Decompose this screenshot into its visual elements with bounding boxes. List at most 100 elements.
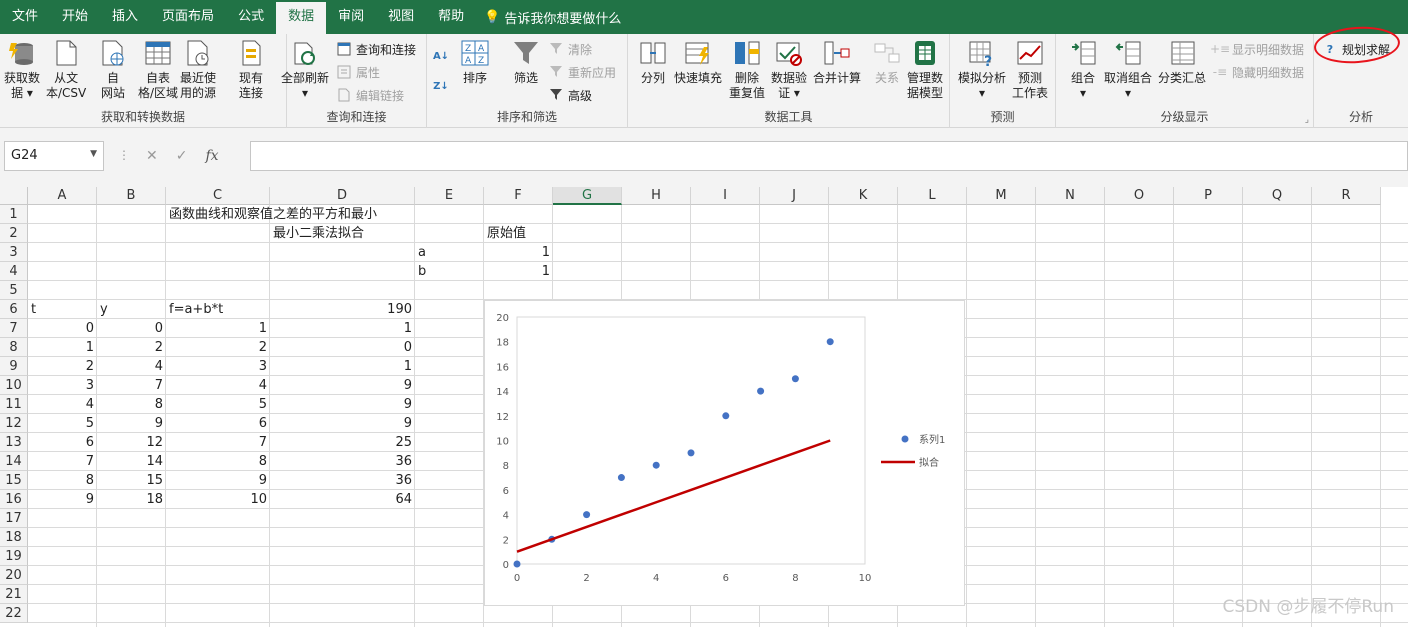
- tab-1[interactable]: 开始: [50, 0, 100, 34]
- cell-B11[interactable]: 8: [97, 395, 166, 414]
- column-header-N[interactable]: N: [1036, 187, 1105, 205]
- cell-C15[interactable]: 9: [166, 471, 270, 490]
- dialog-launcher-icon[interactable]: ⌟: [1305, 115, 1309, 125]
- data-validation-button[interactable]: 数据验 证 ▾: [771, 38, 807, 101]
- cell-D16[interactable]: 64: [270, 490, 415, 509]
- cell-C16[interactable]: 10: [166, 490, 270, 509]
- manage-data-model-button[interactable]: 管理数 据模型: [907, 38, 943, 101]
- cell-B10[interactable]: 7: [97, 376, 166, 395]
- cancel-icon[interactable]: ✕: [146, 148, 158, 164]
- row-header-3[interactable]: 3: [0, 243, 28, 262]
- cell-D11[interactable]: 9: [270, 395, 415, 414]
- from-table-button[interactable]: 自表 格/区域: [138, 38, 178, 101]
- cell-B16[interactable]: 18: [97, 490, 166, 509]
- cell-D8[interactable]: 0: [270, 338, 415, 357]
- consolidate-button[interactable]: 合并计算: [813, 38, 861, 86]
- tell-me-search[interactable]: 💡 告诉我你想要做什么: [476, 8, 621, 27]
- cell-B14[interactable]: 14: [97, 452, 166, 471]
- cell-D15[interactable]: 36: [270, 471, 415, 490]
- cell-A6[interactable]: t: [28, 300, 39, 319]
- row-header-9[interactable]: 9: [0, 357, 28, 376]
- cell-F3[interactable]: 1: [484, 243, 553, 262]
- row-header-13[interactable]: 13: [0, 433, 28, 452]
- cell-C6[interactable]: f=a+b*t: [166, 300, 226, 319]
- cell-D13[interactable]: 25: [270, 433, 415, 452]
- row-header-14[interactable]: 14: [0, 452, 28, 471]
- get-data-button[interactable]: 获取数 据 ▾: [4, 38, 40, 101]
- group-button[interactable]: 组合 ▾: [1068, 38, 1098, 101]
- flash-fill-button[interactable]: 快速填充: [674, 38, 722, 86]
- cell-A14[interactable]: 7: [28, 452, 97, 471]
- reapply-button[interactable]: 重新应用: [548, 62, 616, 82]
- cell-B7[interactable]: 0: [97, 319, 166, 338]
- enter-icon[interactable]: ✓: [176, 148, 188, 164]
- cell-E3[interactable]: a: [415, 243, 429, 262]
- cell-C13[interactable]: 7: [166, 433, 270, 452]
- show-detail-button[interactable]: +≡ 显示明细数据: [1210, 39, 1304, 59]
- ungroup-button[interactable]: 取消组合 ▾: [1104, 38, 1152, 101]
- column-header-H[interactable]: H: [622, 187, 691, 205]
- cell-A16[interactable]: 9: [28, 490, 97, 509]
- tab-7[interactable]: 视图: [376, 0, 426, 34]
- row-header-18[interactable]: 18: [0, 528, 28, 547]
- column-header-O[interactable]: O: [1105, 187, 1174, 205]
- cell-F4[interactable]: 1: [484, 262, 553, 281]
- cell-E4[interactable]: b: [415, 262, 429, 281]
- what-if-analysis-button[interactable]: ? 模拟分析 ▾: [958, 38, 1006, 101]
- name-box[interactable]: G24 ▼: [4, 141, 104, 171]
- queries-connections-button[interactable]: 查询和连接: [336, 39, 416, 59]
- insert-function-icon[interactable]: fx: [205, 148, 218, 164]
- cell-A9[interactable]: 2: [28, 357, 97, 376]
- column-header-D[interactable]: D: [270, 187, 415, 205]
- cell-B15[interactable]: 15: [97, 471, 166, 490]
- row-header-6[interactable]: 6: [0, 300, 28, 319]
- edit-links-button[interactable]: 编辑链接: [336, 85, 404, 105]
- column-header-P[interactable]: P: [1174, 187, 1243, 205]
- row-header-1[interactable]: 1: [0, 205, 28, 224]
- cell-C11[interactable]: 5: [166, 395, 270, 414]
- sort-az-button[interactable]: A↓: [433, 46, 449, 66]
- row-header-10[interactable]: 10: [0, 376, 28, 395]
- cell-C1[interactable]: 函数曲线和观察值之差的平方和最小: [166, 205, 380, 224]
- column-header-K[interactable]: K: [829, 187, 898, 205]
- cell-C9[interactable]: 3: [166, 357, 270, 376]
- row-header-16[interactable]: 16: [0, 490, 28, 509]
- cell-A15[interactable]: 8: [28, 471, 97, 490]
- row-header-4[interactable]: 4: [0, 262, 28, 281]
- forecast-sheet-button[interactable]: 预测 工作表: [1012, 38, 1048, 101]
- cell-D2[interactable]: 最小二乘法拟合: [270, 224, 367, 243]
- row-header-21[interactable]: 21: [0, 585, 28, 604]
- from-csv-button[interactable]: 从文 本/CSV: [46, 38, 86, 101]
- cell-C8[interactable]: 2: [166, 338, 270, 357]
- tab-3[interactable]: 页面布局: [150, 0, 226, 34]
- tab-5[interactable]: 数据: [276, 2, 327, 34]
- tab-6[interactable]: 审阅: [326, 0, 376, 34]
- row-header-5[interactable]: 5: [0, 281, 28, 300]
- cell-B13[interactable]: 12: [97, 433, 166, 452]
- cell-A7[interactable]: 0: [28, 319, 97, 338]
- relationships-button[interactable]: 关系: [872, 38, 902, 86]
- column-header-B[interactable]: B: [97, 187, 166, 205]
- properties-button[interactable]: 属性: [336, 62, 380, 82]
- cell-A12[interactable]: 5: [28, 414, 97, 433]
- column-header-J[interactable]: J: [760, 187, 829, 205]
- sort-button[interactable]: ZAAZ 排序: [460, 38, 490, 86]
- row-header-19[interactable]: 19: [0, 547, 28, 566]
- cell-D7[interactable]: 1: [270, 319, 415, 338]
- row-header-20[interactable]: 20: [0, 566, 28, 585]
- column-header-I[interactable]: I: [691, 187, 760, 205]
- column-header-M[interactable]: M: [967, 187, 1036, 205]
- column-header-G[interactable]: G: [553, 187, 622, 205]
- row-header-12[interactable]: 12: [0, 414, 28, 433]
- hide-detail-button[interactable]: -≡ 隐藏明细数据: [1212, 62, 1304, 82]
- from-web-button[interactable]: 自 网站: [98, 38, 128, 101]
- scatter-chart[interactable]: 0 2 4 6 8 10 12 14 16 18 20 0 2 4 6 8 10 系列1 拟合: [484, 300, 965, 606]
- row-header-15[interactable]: 15: [0, 471, 28, 490]
- cell-C12[interactable]: 6: [166, 414, 270, 433]
- cell-B8[interactable]: 2: [97, 338, 166, 357]
- tab-4[interactable]: 公式: [226, 0, 276, 34]
- sort-za-button[interactable]: Z↓: [433, 76, 449, 96]
- remove-duplicates-button[interactable]: 删除 重复值: [729, 38, 765, 101]
- filter-button[interactable]: 筛选: [511, 38, 541, 86]
- cell-D14[interactable]: 36: [270, 452, 415, 471]
